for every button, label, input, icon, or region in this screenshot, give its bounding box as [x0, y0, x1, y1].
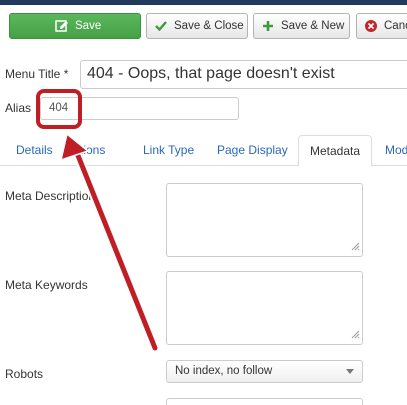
save-button[interactable]: Save [9, 13, 141, 39]
resize-grip-icon[interactable] [351, 328, 360, 342]
toolbar: Save Save & Close Save & New Can [0, 5, 407, 51]
checkmark-icon [154, 19, 168, 33]
meta-keywords-textarea[interactable] [166, 271, 363, 345]
alias-highlight-annotation [36, 89, 82, 129]
plus-icon [261, 19, 275, 33]
resize-grip-icon[interactable] [351, 240, 360, 254]
robots-select[interactable]: No index, no follow [166, 360, 363, 383]
alias-label: Alias [5, 101, 32, 115]
menu-item-editor: Save Save & Close Save & New Can Menu Ti… [0, 0, 407, 405]
meta-description-textarea[interactable] [166, 183, 363, 257]
save-new-button[interactable]: Save & New [253, 13, 350, 39]
tab-link-type[interactable]: Link Type [143, 143, 194, 157]
robots-select-value: No index, no follow [175, 365, 273, 377]
chevron-down-icon [346, 369, 354, 374]
edit-icon [55, 19, 69, 33]
tab-details[interactable]: Details [16, 143, 53, 157]
save-new-button-label: Save & New [281, 20, 345, 32]
next-field-box[interactable] [166, 398, 363, 405]
save-button-label: Save [75, 20, 102, 32]
cancel-button-label: Canc [384, 20, 407, 32]
menu-title-label: Menu Title * [5, 67, 69, 81]
tab-metadata[interactable]: Metadata [298, 135, 372, 167]
save-close-button[interactable]: Save & Close [146, 13, 248, 39]
tab-options[interactable]: Options [64, 143, 105, 157]
tab-bar: Details Options Link Type Page Display M… [0, 135, 407, 167]
robots-label: Robots [5, 367, 44, 381]
menu-title-input[interactable]: 404 - Oops, that page doesn't exist [80, 60, 407, 89]
cancel-icon [364, 19, 378, 33]
meta-keywords-label: Meta Keywords [5, 278, 88, 292]
save-close-button-label: Save & Close [174, 20, 244, 32]
tab-modules[interactable]: Mod [385, 143, 407, 157]
tab-page-display[interactable]: Page Display [217, 143, 288, 157]
cancel-button[interactable]: Canc [356, 13, 407, 39]
meta-description-label: Meta Description [5, 189, 96, 203]
